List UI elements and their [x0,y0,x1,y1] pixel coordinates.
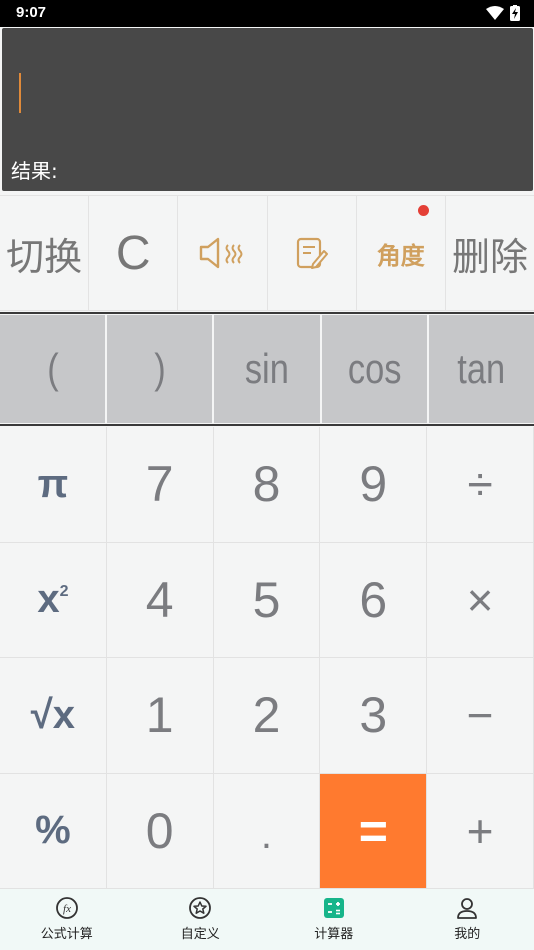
sqrt-button[interactable]: √x [0,658,107,774]
status-bar: 9:07 [0,0,534,27]
result-label: 结果: [11,159,58,183]
note-edit-icon [296,237,328,269]
person-icon [457,898,478,919]
angle-mode-label: 角度 [376,241,425,270]
nav-mine[interactable]: 我的 [401,889,534,950]
minus-button[interactable]: − [427,658,534,774]
divider [0,312,534,314]
percent-label: % [35,808,71,853]
nav-mine-label: 我的 [454,927,481,942]
close-paren-label: ) [154,345,166,392]
scientific-row: ( ) sin cos tan [0,315,534,423]
text-cursor [19,73,21,113]
status-time: 9:07 [16,4,47,21]
digit-6-label: 6 [359,571,388,628]
sound-button[interactable] [178,196,268,310]
cos-label: cos [347,345,402,392]
digit-0-label: 0 [145,802,174,859]
pi-label: π [37,461,69,506]
divide-label: ÷ [467,458,493,511]
decimal-label: . [260,813,273,857]
digit-6-button[interactable]: 6 [320,542,428,658]
tan-button[interactable]: tan [429,315,534,423]
digit-1-label: 1 [145,687,174,744]
cos-button[interactable]: cos [322,315,429,423]
digit-5-label: 5 [252,571,281,628]
minus-label: − [466,689,494,742]
keypad: π 7 8 9 ÷ x2 4 5 6 × √x 1 2 3 − % 0 . = … [0,427,534,889]
nav-calculator-label: 计算器 [314,927,354,942]
open-paren-button[interactable]: ( [0,315,108,423]
nav-formula-label: 公式计算 [40,927,93,942]
delete-button[interactable]: 删除 [446,196,534,310]
digit-9-label: 9 [359,456,388,513]
digit-4-label: 4 [145,571,174,628]
open-paren-label: ( [46,345,59,392]
clear-label: C [115,226,151,280]
decimal-button[interactable]: . [213,773,321,889]
bottom-nav: fx 公式计算 自定义 计算器 我的 [0,889,534,950]
nav-custom-label: 自定义 [180,927,220,942]
history-button[interactable] [268,196,357,310]
multiply-label: × [466,573,494,626]
digit-2-button[interactable]: 2 [213,658,321,774]
sin-button[interactable]: sin [214,315,322,423]
pi-button[interactable]: π [0,427,107,543]
divider [0,424,534,426]
tan-label: tan [457,345,506,392]
plus-label: + [466,804,494,857]
digit-7-label: 7 [145,456,174,513]
nav-formula[interactable]: fx 公式计算 [0,889,134,950]
function-row: 切换 C 角度 删除 [0,195,534,311]
digit-8-button[interactable]: 8 [213,427,321,543]
angle-mode-button[interactable]: 角度 [357,196,446,310]
nav-calculator[interactable]: 计算器 [267,889,401,950]
digit-1-button[interactable]: 1 [106,658,214,774]
digit-5-button[interactable]: 5 [213,542,321,658]
fx-icon: fx [55,897,78,919]
digit-0-button[interactable]: 0 [106,773,214,889]
multiply-button[interactable]: × [427,542,534,658]
switch-button[interactable]: 切换 [0,196,90,310]
plus-button[interactable]: + [427,773,534,889]
sin-label: sin [244,345,290,392]
battery-charging-icon [510,5,520,21]
delete-label: 删除 [451,234,528,279]
close-paren-button[interactable]: ) [107,315,215,423]
square-button[interactable]: x2 [0,542,107,658]
digit-3-button[interactable]: 3 [320,658,428,774]
digit-2-label: 2 [252,687,281,744]
svg-text:fx: fx [63,903,71,915]
divide-button[interactable]: ÷ [427,427,534,543]
speaker-vibrate-icon [200,237,243,269]
notification-dot [417,205,429,216]
square-exp-label: 2 [59,582,69,600]
digit-7-button[interactable]: 7 [106,427,214,543]
wifi-icon [486,6,504,20]
clear-button[interactable]: C [89,196,179,310]
digit-3-label: 3 [359,687,388,744]
digit-4-button[interactable]: 4 [106,542,214,658]
calculator-display[interactable]: 结果: [2,28,533,191]
digit-8-label: 8 [252,456,281,513]
equals-label: = [358,802,388,859]
square-base-label: x [37,577,60,622]
digit-9-button[interactable]: 9 [320,427,428,543]
switch-label: 切换 [6,234,83,279]
nav-custom[interactable]: 自定义 [134,889,268,950]
star-badge-icon [189,897,212,919]
equals-button[interactable]: = [320,773,428,889]
sqrt-label: √x [30,692,75,737]
status-icons [486,5,520,21]
percent-button[interactable]: % [0,773,107,889]
calculator-icon [323,898,344,918]
